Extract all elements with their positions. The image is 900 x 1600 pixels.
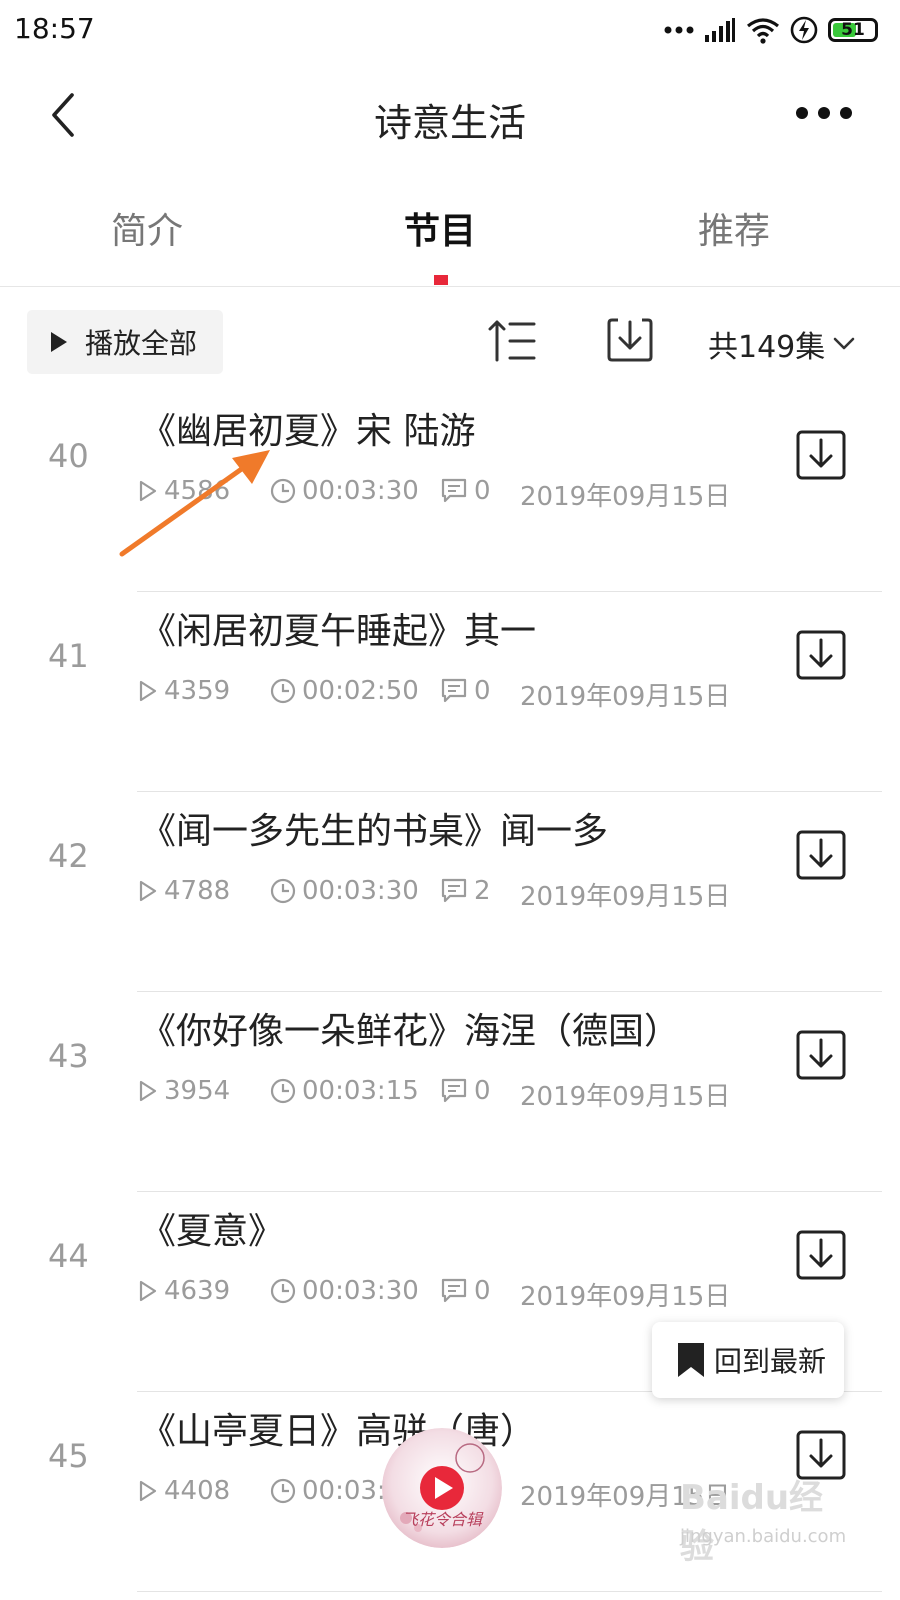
play-icon bbox=[51, 332, 67, 352]
clock-icon bbox=[270, 1078, 296, 1104]
download-icon[interactable] bbox=[796, 1030, 846, 1080]
episode-index: 45 bbox=[48, 1437, 89, 1475]
episode-title[interactable]: 《闻一多先生的书桌》闻一多 bbox=[140, 802, 608, 854]
comment-count: 0 bbox=[474, 1076, 491, 1106]
tab-bar: 简介 节目 推荐 bbox=[0, 182, 900, 287]
episode-index: 41 bbox=[48, 637, 89, 675]
play-count: 4408 bbox=[164, 1476, 231, 1506]
player-cover-art bbox=[382, 1428, 502, 1548]
play-all-label: 播放全部 bbox=[85, 327, 198, 360]
episode-title[interactable]: 《你好像一朵鲜花》海涅（德国） bbox=[140, 1002, 680, 1054]
episode-row[interactable]: 43 《你好像一朵鲜花》海涅（德国） 3954 00:03:15 0 2019年… bbox=[0, 992, 900, 1192]
episode-index: 40 bbox=[48, 437, 89, 475]
publish-date: 2019年09月15日 bbox=[520, 482, 731, 512]
episode-title[interactable]: 《幽居初夏》宋 陆游 bbox=[140, 402, 475, 454]
page-title: 诗意生活 bbox=[373, 101, 526, 145]
more-dots-icon bbox=[664, 26, 694, 34]
sort-order-icon[interactable] bbox=[488, 318, 538, 364]
mini-player[interactable]: 飞花令合辑 bbox=[382, 1428, 502, 1548]
episode-row[interactable]: 41 《闲居初夏午睡起》其一 4359 00:02:50 0 2019年09月1… bbox=[0, 592, 900, 792]
back-to-latest-label: 回到最新 bbox=[714, 1345, 827, 1378]
status-time: 18:57 bbox=[14, 12, 95, 45]
comment-icon bbox=[441, 1078, 467, 1103]
episode-index: 44 bbox=[48, 1237, 89, 1275]
comment-icon bbox=[441, 1278, 467, 1303]
episode-count-label: 共149集 bbox=[708, 330, 826, 365]
active-tab-indicator bbox=[434, 275, 448, 285]
episode-index: 42 bbox=[48, 837, 89, 875]
download-icon[interactable] bbox=[796, 430, 846, 480]
duration: 00:02:50 bbox=[302, 676, 419, 706]
play-count-icon bbox=[139, 1080, 157, 1102]
comment-icon bbox=[441, 678, 467, 703]
episode-title[interactable]: 《夏意》 bbox=[140, 1202, 284, 1254]
duration: 00:03:15 bbox=[302, 1076, 419, 1106]
download-icon[interactable] bbox=[796, 830, 846, 880]
publish-date: 2019年09月15日 bbox=[520, 1282, 731, 1312]
play-count: 4788 bbox=[164, 876, 231, 906]
chevron-down-icon bbox=[833, 337, 855, 350]
tab-recommend[interactable]: 推荐 bbox=[698, 202, 770, 254]
comment-icon bbox=[441, 878, 467, 903]
more-dot-icon bbox=[796, 107, 808, 119]
nav-bar: 诗意生活 bbox=[0, 62, 900, 170]
publish-date: 2019年09月15日 bbox=[520, 1082, 731, 1112]
play-count-icon bbox=[139, 1480, 157, 1502]
play-count: 4639 bbox=[164, 1276, 231, 1306]
more-dot-icon bbox=[840, 107, 852, 119]
episode-row[interactable]: 40 《幽居初夏》宋 陆游 4586 00:03:30 0 2019年09月15… bbox=[0, 392, 900, 592]
player-logo-text: 飞花令合辑 bbox=[401, 1510, 482, 1529]
watermark-logo: Baidu经验 bbox=[680, 1478, 824, 1567]
more-options-button[interactable] bbox=[796, 98, 852, 128]
duration: 00:03:30 bbox=[302, 876, 419, 906]
list-toolbar: 播放全部 共149集 bbox=[0, 306, 900, 376]
duration: 00:03:30 bbox=[302, 1276, 419, 1306]
play-count-icon bbox=[139, 880, 157, 902]
back-to-latest-button[interactable]: 回到最新 bbox=[652, 1322, 844, 1398]
duration: 00:03:30 bbox=[302, 476, 419, 506]
play-count-icon bbox=[139, 680, 157, 702]
status-icons: 51 bbox=[664, 14, 878, 46]
bookmark-icon bbox=[678, 1343, 704, 1377]
episode-title[interactable]: 《闲居初夏午睡起》其一 bbox=[140, 602, 536, 654]
episode-index: 43 bbox=[48, 1037, 89, 1075]
tab-intro[interactable]: 简介 bbox=[111, 202, 183, 254]
clock-icon bbox=[270, 1478, 296, 1504]
clock-icon bbox=[270, 1278, 296, 1304]
baidu-watermark: Baidu经验 jingyan.baidu.com bbox=[678, 1470, 846, 1567]
play-count: 4586 bbox=[164, 476, 231, 506]
battery-level: 51 bbox=[841, 20, 865, 40]
clock-icon bbox=[270, 478, 296, 504]
play-count: 4359 bbox=[164, 676, 231, 706]
clock-icon bbox=[270, 678, 296, 704]
battery-icon: 51 bbox=[828, 18, 878, 42]
comment-count: 0 bbox=[474, 1276, 491, 1306]
play-all-button[interactable]: 播放全部 bbox=[27, 310, 223, 374]
play-count-icon bbox=[139, 480, 157, 502]
comment-icon bbox=[441, 478, 467, 503]
status-bar: 18:57 51 bbox=[0, 0, 900, 62]
play-count: 3954 bbox=[164, 1076, 231, 1106]
row-divider bbox=[137, 1591, 882, 1592]
tab-programs[interactable]: 节目 bbox=[404, 202, 476, 254]
charging-icon bbox=[790, 16, 818, 44]
watermark-url: jingyan.baidu.com bbox=[680, 1526, 847, 1547]
more-dot-icon bbox=[818, 107, 830, 119]
signal-icon bbox=[705, 18, 735, 42]
comment-count: 0 bbox=[474, 676, 491, 706]
play-count-icon bbox=[139, 1280, 157, 1302]
episode-row[interactable]: 42 《闻一多先生的书桌》闻一多 4788 00:03:30 2 2019年09… bbox=[0, 792, 900, 992]
download-all-icon[interactable] bbox=[606, 316, 654, 364]
episode-list: 40 《幽居初夏》宋 陆游 4586 00:03:30 0 2019年09月15… bbox=[0, 392, 900, 1592]
publish-date: 2019年09月15日 bbox=[520, 682, 731, 712]
publish-date: 2019年09月15日 bbox=[520, 882, 731, 912]
download-icon[interactable] bbox=[796, 1230, 846, 1280]
download-icon[interactable] bbox=[796, 630, 846, 680]
clock-icon bbox=[270, 878, 296, 904]
comment-count: 0 bbox=[474, 476, 491, 506]
comment-count: 2 bbox=[474, 876, 491, 906]
episode-count-dropdown[interactable]: 共149集 bbox=[708, 322, 855, 366]
wifi-icon bbox=[747, 18, 779, 44]
